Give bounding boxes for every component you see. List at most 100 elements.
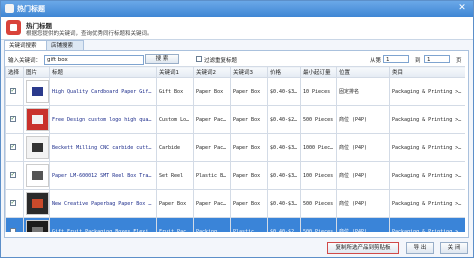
row-select-cell	[5, 189, 24, 218]
search-button[interactable]: 搜 索	[145, 54, 179, 64]
row-select-cell	[5, 133, 24, 162]
page-unit-label: 页	[456, 58, 462, 64]
product-thumbnail[interactable]	[26, 192, 49, 215]
table-row[interactable]: Paper LM-600012 SMT Reel Box Tray Plasti…	[5, 161, 465, 190]
row-price: $0.40-$2.00	[267, 105, 301, 134]
table-row[interactable]: Gift Fruit Packaging Boxes Flexible Frui…	[5, 217, 465, 232]
row-category: Packaging & Printing > Packaging Boxes	[389, 77, 465, 106]
title-bar: 热门标题 ✕	[1, 1, 473, 17]
row-keyword1: Set Reel	[156, 161, 194, 190]
col-price[interactable]: 价格	[267, 66, 301, 78]
col-keyword1[interactable]: 关键词1	[156, 66, 194, 78]
product-image	[32, 199, 43, 208]
row-price: $0.40-$3.00	[267, 133, 301, 162]
row-keyword2: Packing	[193, 217, 231, 232]
row-position: 固定排名	[336, 77, 390, 106]
copy-to-clipboard-button[interactable]: 复制所选产品到剪贴板	[327, 242, 399, 254]
col-select[interactable]: 选择	[5, 66, 24, 78]
keyword-label: 输入关键词：	[8, 58, 42, 64]
table-row[interactable]: Beckett Milling CNC carbide cutting tool…	[5, 133, 465, 162]
row-checkbox[interactable]	[10, 115, 16, 122]
row-category: Packaging & Printing > Packaging Boxes	[389, 133, 465, 162]
row-position: 商位 (P4P)	[336, 217, 390, 232]
row-position: 商位 (P4P)	[336, 133, 390, 162]
row-keyword3: Paper Box	[230, 77, 268, 106]
product-image	[32, 171, 43, 180]
filter-duplicate-checkbox[interactable]	[196, 56, 202, 62]
col-keyword3[interactable]: 关键词3	[230, 66, 268, 78]
row-moq: 500 Pieces	[300, 105, 337, 134]
header-subtitle: 根据您提供的关键词，查询优秀同行标题和关键词。	[26, 31, 153, 37]
product-thumbnail[interactable]	[26, 108, 49, 131]
app-icon	[5, 4, 14, 13]
row-image-cell	[23, 105, 50, 134]
row-image-cell	[23, 217, 50, 232]
product-thumbnail[interactable]	[26, 220, 49, 232]
row-keyword2: Paper Packaging	[193, 105, 231, 134]
header-panel: 热门标题 根据您提供的关键词，查询优秀同行标题和关键词。	[1, 17, 473, 40]
row-moq: 10 Pieces	[300, 77, 337, 106]
from-page-label: 从第	[370, 58, 382, 64]
row-keyword1: Fruit Packaging	[156, 217, 194, 232]
col-category[interactable]: 类目	[389, 66, 465, 78]
product-image	[32, 143, 43, 152]
product-image	[32, 227, 43, 232]
row-moq: 500 Pieces	[300, 217, 337, 232]
row-image-cell	[23, 189, 50, 218]
row-title: Gift Fruit Packaging Boxes Flexible Frui…	[49, 217, 157, 232]
row-keyword3: Plastic	[230, 217, 268, 232]
row-price: $0.40-$3.00	[267, 161, 301, 190]
product-thumbnail[interactable]	[26, 80, 49, 103]
col-image[interactable]: 图片	[23, 66, 50, 78]
row-category: Packaging & Printing > Packaging Boxes	[389, 161, 465, 190]
filter-duplicate-label: 过滤重复标题	[204, 58, 238, 64]
from-page-input[interactable]: 1	[383, 55, 409, 63]
row-checkbox[interactable]	[10, 199, 16, 206]
row-keyword1: Carbide	[156, 133, 194, 162]
product-thumbnail[interactable]	[26, 136, 49, 159]
to-page-input[interactable]: 1	[424, 55, 450, 63]
row-keyword2: Plastic Box	[193, 161, 231, 190]
col-title[interactable]: 标题	[49, 66, 157, 78]
row-moq: 1000 Pieces	[300, 133, 337, 162]
row-image-cell	[23, 161, 50, 190]
row-keyword3: Paper Box	[230, 133, 268, 162]
col-moq[interactable]: 最小起订量	[300, 66, 337, 78]
row-category: Packaging & Printing > Packaging Boxes	[389, 105, 465, 134]
row-moq: 500 Pieces	[300, 189, 337, 218]
row-select-cell	[5, 217, 24, 232]
col-keyword2[interactable]: 关键词2	[193, 66, 231, 78]
close-button[interactable]: 关 闭	[440, 242, 468, 254]
row-checkbox[interactable]	[10, 143, 16, 150]
row-checkbox[interactable]	[10, 171, 16, 178]
export-button[interactable]: 导 出	[406, 242, 434, 254]
row-position: 商位 (P4P)	[336, 161, 390, 190]
results-table: 选择 图片 标题 关键词1 关键词2 关键词3 价格 最小起订量 位置 类目 H…	[5, 66, 465, 232]
row-checkbox[interactable]	[10, 87, 16, 94]
keyword-input[interactable]: gift box	[44, 55, 144, 65]
row-keyword1: Paper Box	[156, 189, 194, 218]
row-price: $0.40-$2.00	[267, 217, 301, 232]
row-keyword1: Gift Box	[156, 77, 194, 106]
hot-title-icon	[6, 20, 21, 35]
row-image-cell	[23, 133, 50, 162]
col-position[interactable]: 位置	[336, 66, 390, 78]
footer-bar: 复制所选产品到剪贴板 导 出 关 闭	[0, 238, 472, 258]
product-image	[32, 115, 43, 124]
row-keyword3: Paper Box	[230, 189, 268, 218]
table-row[interactable]: Free Design custom logo high quality ele…	[5, 105, 465, 134]
row-keyword2: Paper Packaging	[193, 133, 231, 162]
row-keyword3: Paper Box	[230, 105, 268, 134]
table-row[interactable]: New Creative Paperbag Paper Box Ins Wedd…	[5, 189, 465, 218]
row-title: Beckett Milling CNC carbide cutting tool…	[49, 133, 157, 162]
row-select-cell	[5, 77, 24, 106]
row-checkbox[interactable]	[10, 228, 16, 232]
table-row[interactable]: High Quality Cardboard Paper Gift BoxGif…	[5, 77, 465, 106]
row-price: $0.40-$3.00	[267, 189, 301, 218]
window-title: 热门标题	[17, 5, 45, 13]
product-thumbnail[interactable]	[26, 164, 49, 187]
to-page-label: 到	[415, 58, 421, 64]
row-title: New Creative Paperbag Paper Box Ins Wedd…	[49, 189, 157, 218]
row-keyword2: Paper Packaging	[193, 189, 231, 218]
close-icon[interactable]: ✕	[455, 3, 469, 14]
